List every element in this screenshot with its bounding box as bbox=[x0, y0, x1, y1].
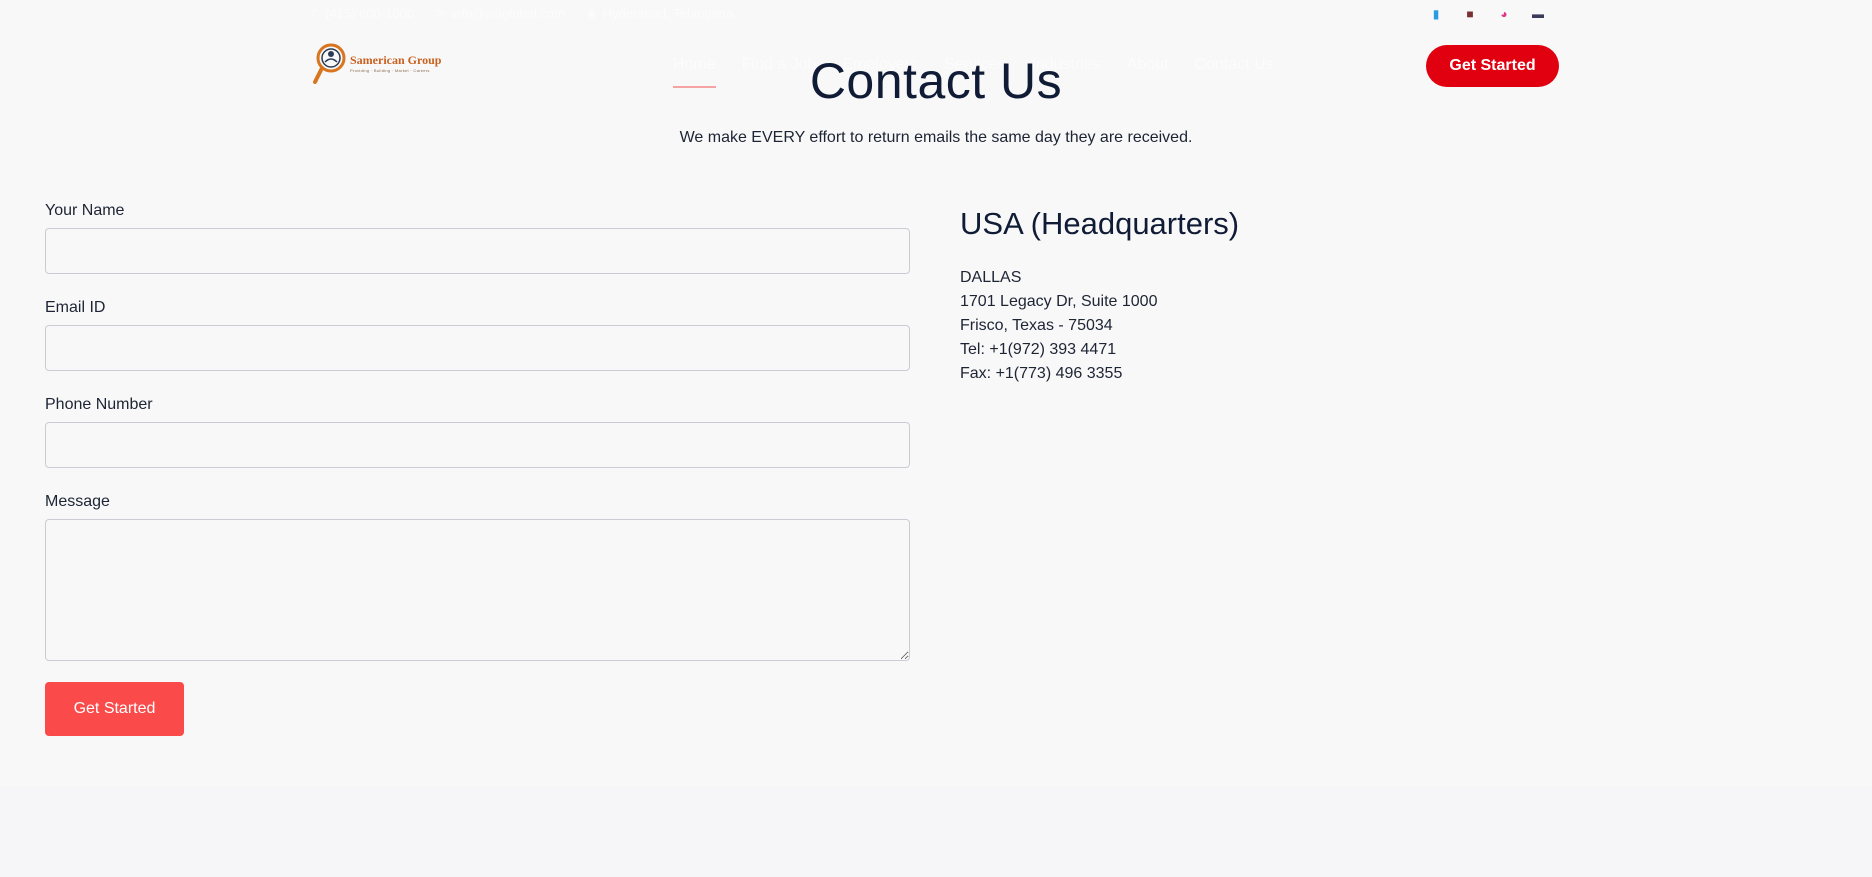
email-input[interactable] bbox=[45, 325, 910, 371]
page-title: Contact Us bbox=[809, 53, 1063, 109]
topbar-email[interactable]: ✉ info@w3global.com bbox=[436, 6, 565, 21]
linkedin-icon[interactable]: ■ bbox=[1462, 6, 1478, 22]
contact-form: Your Name Email ID Phone Number Message bbox=[45, 202, 910, 661]
phone-input[interactable] bbox=[45, 422, 910, 468]
topbar-phone-text: (415) 800-1000 bbox=[325, 6, 415, 21]
footer-band bbox=[0, 787, 1872, 877]
social-links: ▮ ■ ◕ ▬ bbox=[1428, 6, 1546, 22]
location-pin-icon: ◉ bbox=[587, 8, 597, 20]
office-heading: USA (Headquarters) bbox=[960, 206, 1240, 241]
phone-label: Phone Number bbox=[45, 396, 153, 413]
email-label: Email ID bbox=[45, 299, 106, 316]
office-info: USA (Headquarters) DALLAS 1701 Legacy Dr… bbox=[960, 206, 1239, 386]
mail-icon: ✉ bbox=[436, 8, 446, 20]
office-tel[interactable]: Tel: +1(972) 393 4471 bbox=[960, 338, 1239, 362]
name-label: Your Name bbox=[45, 202, 125, 219]
message-label: Message bbox=[45, 493, 110, 510]
topbar-contact: ✆ (415) 800-1000 ✉ info@w3global.com ◉ H… bbox=[310, 6, 733, 21]
youtube-icon[interactable]: ▬ bbox=[1530, 6, 1546, 22]
topbar-email-text: info@w3global.com bbox=[451, 6, 565, 21]
facebook-icon[interactable]: ▮ bbox=[1428, 6, 1444, 22]
office-fax: Fax: +1(773) 496 3355 bbox=[960, 365, 1123, 382]
office-address-line2: Frisco, Texas - 75034 bbox=[960, 317, 1113, 334]
topbar-location: ◉ Hyderabad, Telangana bbox=[587, 6, 733, 21]
office-city: DALLAS bbox=[960, 269, 1022, 286]
submit-get-started-button[interactable]: Get Started bbox=[45, 682, 184, 736]
message-textarea[interactable] bbox=[45, 519, 910, 661]
phone-icon: ✆ bbox=[310, 8, 320, 20]
page-subtitle: We make EVERY effort to return emails th… bbox=[679, 129, 1193, 146]
topbar-location-text: Hyderabad, Telangana bbox=[602, 6, 734, 21]
name-input[interactable] bbox=[45, 228, 910, 274]
topbar: ✆ (415) 800-1000 ✉ info@w3global.com ◉ H… bbox=[0, 0, 1872, 30]
topbar-phone[interactable]: ✆ (415) 800-1000 bbox=[310, 6, 414, 21]
instagram-icon[interactable]: ◕ bbox=[1496, 6, 1512, 22]
office-address-line1: 1701 Legacy Dr, Suite 1000 bbox=[960, 293, 1158, 310]
